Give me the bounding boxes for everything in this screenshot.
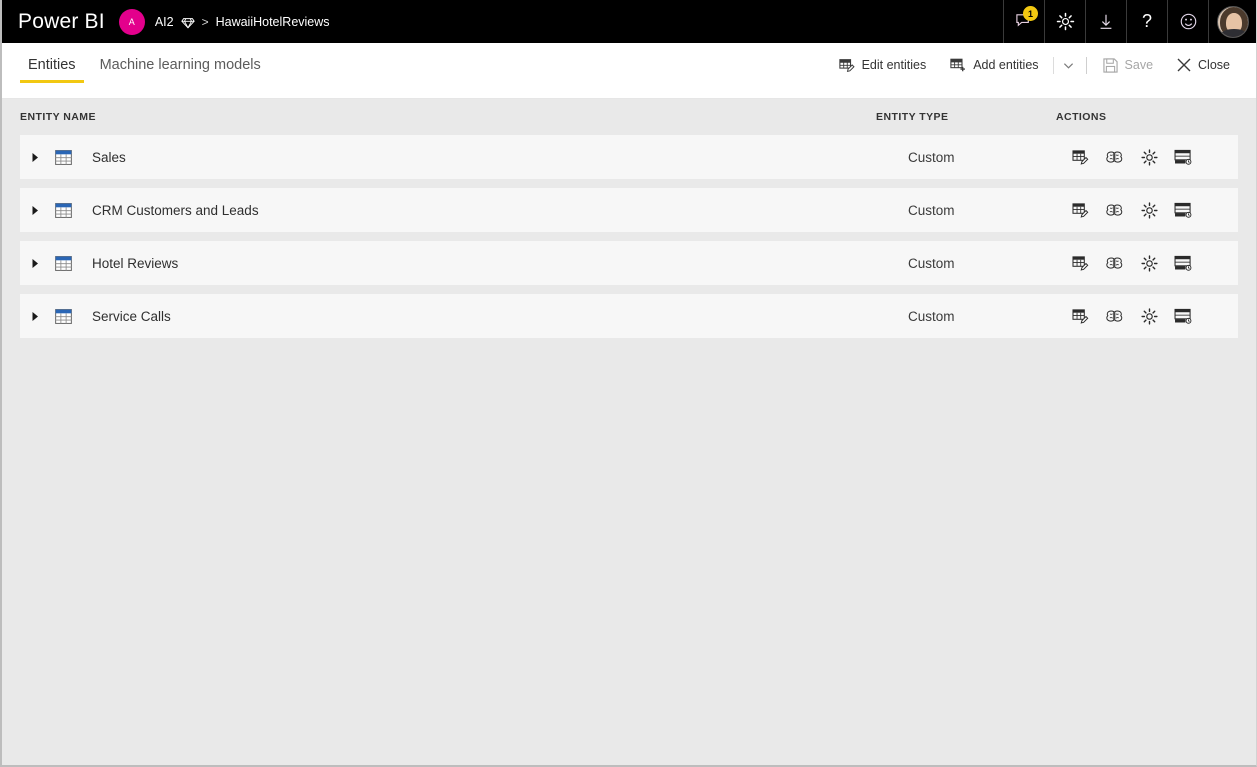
settings-gear-icon[interactable]	[1138, 146, 1160, 168]
powerbi-logo[interactable]: Power BI	[2, 10, 119, 34]
entity-name-label: Hotel Reviews	[92, 255, 179, 271]
entity-actions	[1056, 146, 1238, 168]
help-icon[interactable]: ?	[1126, 0, 1167, 43]
add-entity-icon	[950, 57, 966, 73]
incremental-refresh-icon[interactable]	[1172, 199, 1194, 221]
top-navigation-bar: Power BI A AI2 > HawaiiHotelReviews 1 ?	[2, 0, 1256, 43]
save-button[interactable]: Save	[1091, 52, 1166, 79]
command-divider-2	[1085, 56, 1087, 74]
entity-name-cell: Sales	[20, 150, 876, 165]
table-row[interactable]: Hotel Reviews Custom	[20, 241, 1238, 285]
entity-actions	[1056, 252, 1238, 274]
download-icon[interactable]	[1085, 0, 1126, 43]
expand-triangle-icon[interactable]	[20, 205, 50, 216]
entity-table-icon	[50, 255, 76, 271]
settings-gear-icon[interactable]	[1138, 199, 1160, 221]
entity-name-cell: Service Calls	[20, 309, 876, 324]
ai-insights-brain-icon[interactable]	[1104, 199, 1126, 221]
entity-table-icon	[50, 308, 76, 324]
table-row[interactable]: Sales Custom	[20, 135, 1238, 179]
ai-insights-brain-icon[interactable]	[1104, 305, 1126, 327]
breadcrumb-workspace[interactable]: AI2	[155, 15, 174, 29]
entity-table-icon	[50, 202, 76, 218]
entity-name-cell: Hotel Reviews	[20, 256, 876, 271]
table-row[interactable]: Service Calls Custom	[20, 294, 1238, 338]
entity-name-label: Service Calls	[92, 308, 171, 324]
tab-machine-learning-models-label: Machine learning models	[99, 57, 261, 73]
tab-machine-learning-models[interactable]: Machine learning models	[92, 57, 269, 83]
ai-insights-brain-icon[interactable]	[1104, 252, 1126, 274]
edit-entity-icon[interactable]	[1070, 146, 1092, 168]
entity-type-label: Custom	[908, 308, 955, 324]
gear-icon[interactable]	[1044, 0, 1085, 43]
entity-actions	[1056, 305, 1238, 327]
smiley-icon[interactable]	[1167, 0, 1208, 43]
notifications-badge: 1	[1023, 6, 1038, 21]
close-label: Close	[1198, 58, 1230, 72]
edit-entity-icon	[838, 57, 855, 73]
entity-type-label: Custom	[908, 255, 955, 271]
avatar-photo	[1216, 5, 1249, 38]
command-divider-1	[1052, 56, 1054, 74]
user-avatar[interactable]	[1208, 0, 1256, 43]
edit-entities-label: Edit entities	[861, 58, 927, 72]
expand-triangle-icon[interactable]	[20, 152, 50, 163]
notifications-icon[interactable]: 1	[1003, 0, 1044, 43]
close-icon	[1177, 58, 1191, 72]
sub-toolbar: Entities Machine learning models Edit en…	[2, 43, 1256, 99]
tab-list: Entities Machine learning models	[20, 57, 269, 83]
edit-entities-button[interactable]: Edit entities	[827, 51, 939, 79]
expand-triangle-icon[interactable]	[20, 311, 50, 322]
tab-entities-label: Entities	[28, 57, 76, 73]
column-headers: ENTITY NAME ENTITY TYPE ACTIONS	[20, 99, 1238, 135]
edit-entity-icon[interactable]	[1070, 199, 1092, 221]
settings-gear-icon[interactable]	[1138, 305, 1160, 327]
tab-entities[interactable]: Entities	[20, 57, 84, 83]
entity-name-label: Sales	[92, 149, 126, 165]
save-disk-icon	[1102, 57, 1118, 73]
ai-insights-brain-icon[interactable]	[1104, 146, 1126, 168]
entity-type-label: Custom	[908, 202, 955, 218]
diamond-icon	[180, 16, 195, 30]
entity-name-label: CRM Customers and Leads	[92, 202, 259, 218]
edit-entity-icon[interactable]	[1070, 252, 1092, 274]
breadcrumb-separator: >	[201, 14, 209, 29]
incremental-refresh-icon[interactable]	[1172, 146, 1194, 168]
close-button[interactable]: Close	[1165, 52, 1242, 78]
column-header-entity-name: ENTITY NAME	[20, 111, 96, 123]
command-bar: Edit entities Add entities Save Close	[827, 43, 1242, 87]
incremental-refresh-icon[interactable]	[1172, 252, 1194, 274]
breadcrumb-dataflow[interactable]: HawaiiHotelReviews	[216, 15, 330, 29]
breadcrumb: AI2 > HawaiiHotelReviews	[155, 15, 330, 29]
help-glyph: ?	[1141, 11, 1152, 31]
table-row[interactable]: CRM Customers and Leads Custom	[20, 188, 1238, 232]
chevron-down-icon[interactable]	[1056, 52, 1082, 78]
entities-list-panel: ENTITY NAME ENTITY TYPE ACTIONS Sales Cu…	[2, 99, 1256, 338]
save-label: Save	[1124, 58, 1154, 72]
add-entities-button[interactable]: Add entities	[938, 51, 1050, 79]
column-header-actions: ACTIONS	[1056, 111, 1107, 123]
incremental-refresh-icon[interactable]	[1172, 305, 1194, 327]
add-entities-label: Add entities	[973, 58, 1039, 72]
entity-name-cell: CRM Customers and Leads	[20, 203, 876, 218]
entity-rows: Sales Custom CRM Customers and Leads Cus…	[20, 135, 1238, 338]
column-header-entity-type: ENTITY TYPE	[876, 111, 949, 123]
edit-entity-icon[interactable]	[1070, 305, 1092, 327]
entity-type-label: Custom	[908, 149, 955, 165]
powerbi-dataflow-page: Power BI A AI2 > HawaiiHotelReviews 1 ? …	[0, 0, 1257, 767]
entity-table-icon	[50, 149, 76, 165]
workspace-avatar: A	[118, 8, 145, 35]
settings-gear-icon[interactable]	[1138, 252, 1160, 274]
expand-triangle-icon[interactable]	[20, 258, 50, 269]
top-bar-actions: 1 ?	[1003, 0, 1256, 43]
entity-actions	[1056, 199, 1238, 221]
